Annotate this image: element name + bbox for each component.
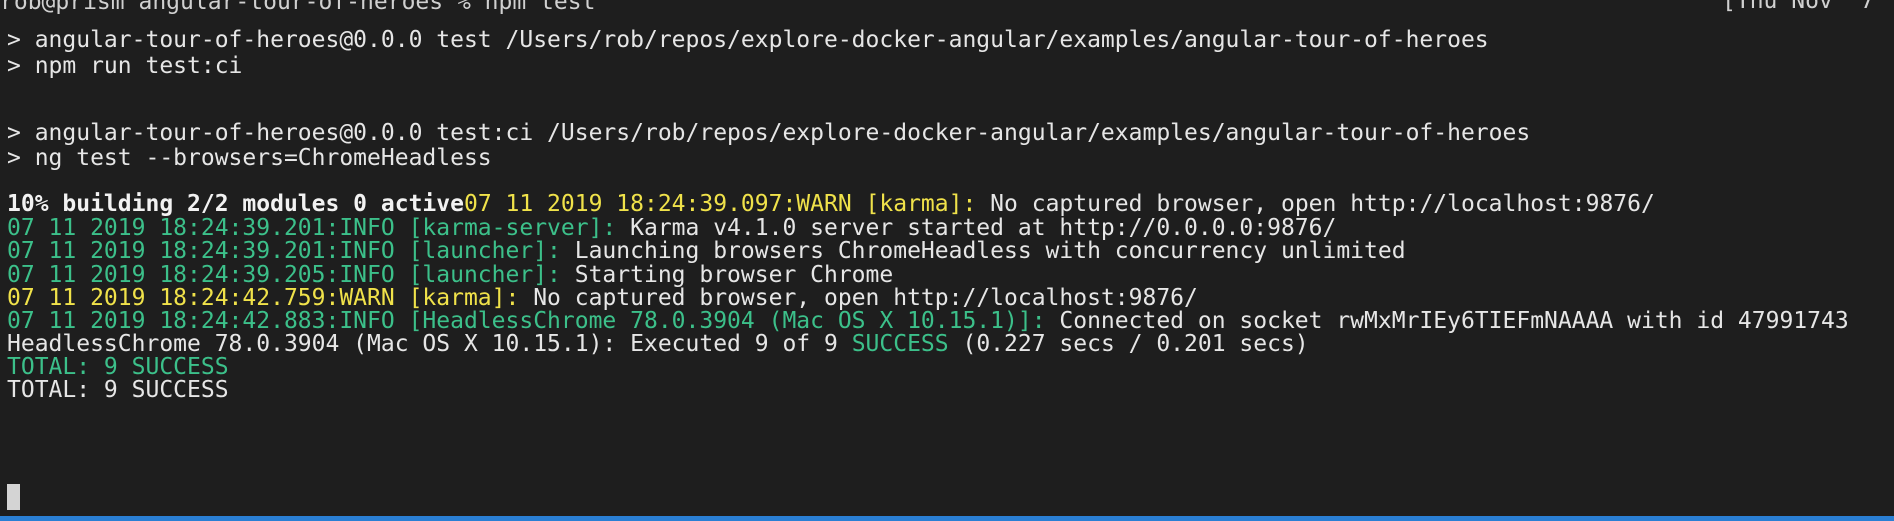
- log-text: > angular-tour-of-heroes@0.0.0 test:ci /…: [7, 120, 1531, 146]
- log-text: > npm run test:ci: [7, 53, 243, 79]
- log-text: > angular-tour-of-heroes@0.0.0 test /Use…: [7, 27, 1489, 53]
- log-text: > ng test --browsers=ChromeHeadless: [7, 145, 492, 171]
- terminal-output[interactable]: rob@prism angular-tour-of-heroes % npm t…: [0, 0, 1894, 516]
- log-line: TOTAL: 9 SUCCESS: [7, 376, 229, 404]
- log-line: > angular-tour-of-heroes@0.0.0 test /Use…: [7, 26, 1489, 54]
- shell-prompt-line: rob@prism angular-tour-of-heroes % npm t…: [0, 0, 596, 15]
- log-line: > angular-tour-of-heroes@0.0.0 test:ci /…: [7, 119, 1530, 147]
- log-line: > ng test --browsers=ChromeHeadless: [7, 144, 492, 172]
- prompt-right-status: [Thu Nov 7: [1722, 0, 1875, 14]
- log-text: TOTAL: 9 SUCCESS: [7, 377, 229, 403]
- terminal-cursor: [7, 484, 20, 510]
- log-segment-green: SUCCESS: [851, 331, 949, 357]
- log-text: (0.227 secs / 0.201 secs): [948, 331, 1309, 357]
- log-line: > npm run test:ci: [7, 52, 242, 80]
- window-bottom-border: [0, 516, 1894, 521]
